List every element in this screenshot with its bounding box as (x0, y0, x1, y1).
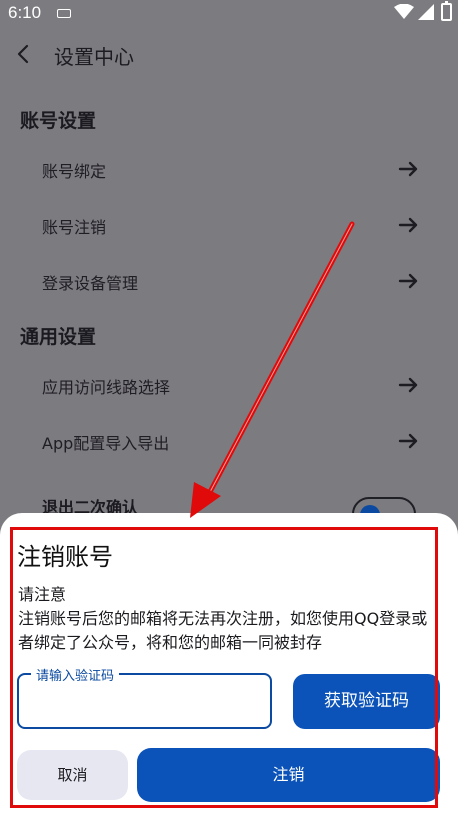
settings-item-label: 账号绑定 (42, 162, 107, 181)
arrow-right-icon (398, 217, 418, 233)
app-bar: 设置中心 (0, 26, 458, 82)
signal-icon (418, 4, 434, 20)
arrow-right-icon (398, 273, 418, 289)
highlight-box (10, 527, 438, 808)
settings-item-device-management[interactable]: 登录设备管理 (0, 256, 458, 308)
settings-item-label: 账号注销 (42, 218, 107, 237)
status-bar: 6:10 (0, 0, 458, 26)
battery-icon (441, 1, 452, 21)
page-title: 设置中心 (54, 45, 134, 69)
arrow-right-icon (398, 377, 418, 393)
settings-item-account-binding[interactable]: 账号绑定 (0, 144, 458, 196)
wifi-icon (394, 4, 414, 19)
settings-item-config-import-export[interactable]: App配置导入导出 (0, 416, 458, 468)
back-arrow-icon[interactable] (10, 40, 38, 68)
status-time: 6:10 (8, 3, 42, 22)
keyboard-icon (57, 9, 71, 18)
section-title-account: 账号设置 (20, 110, 97, 132)
settings-item-label: 登录设备管理 (42, 274, 139, 293)
settings-item-account-deletion[interactable]: 账号注销 (0, 200, 458, 252)
settings-item-label: App配置导入导出 (42, 434, 170, 453)
section-title-general: 通用设置 (20, 326, 97, 348)
arrow-right-icon (398, 433, 418, 449)
arrow-right-icon (398, 161, 418, 177)
settings-item-route-selection[interactable]: 应用访问线路选择 (0, 360, 458, 412)
settings-item-label: 应用访问线路选择 (42, 378, 171, 397)
